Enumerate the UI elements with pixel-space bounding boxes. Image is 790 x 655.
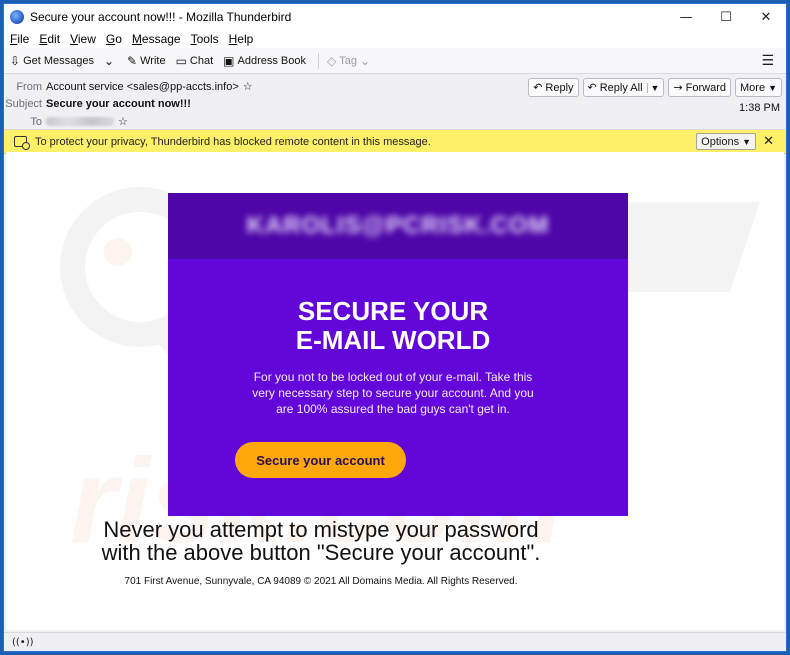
write-label: Write	[140, 54, 166, 67]
message-time: 1:38 PM	[739, 102, 780, 114]
forward-button[interactable]: → Forward	[668, 78, 732, 97]
chevron-down-icon[interactable]: ▼	[646, 82, 659, 93]
message-header: From Account service <sales@pp-accts.inf…	[4, 74, 786, 130]
tag-button[interactable]: ◇ Tag ⌄	[327, 54, 373, 68]
maximize-button[interactable]: ☐	[706, 4, 746, 30]
privacy-icon	[14, 136, 30, 150]
chevron-down-icon: ⌄	[103, 53, 115, 68]
headline-line-1: SECURE YOUR	[297, 296, 489, 326]
tag-icon: ◇	[327, 53, 337, 68]
chevron-down-icon: ▼	[768, 82, 777, 93]
menu-edit[interactable]: Edit	[39, 32, 60, 46]
star-icon[interactable]: ☆	[243, 80, 253, 93]
window-controls: — ☐ ✕	[666, 4, 786, 30]
forward-icon: →	[673, 81, 683, 94]
email-banner: KAROLIS@PCRISK.COM	[168, 193, 628, 259]
title-bar[interactable]: Secure your account now!!! - Mozilla Thu…	[4, 4, 786, 30]
reply-all-button[interactable]: ↶ Reply All ▼	[582, 78, 665, 97]
reply-all-label: Reply All	[599, 81, 643, 94]
to-value-redacted[interactable]	[46, 117, 114, 126]
chat-label: Chat	[189, 54, 214, 67]
wireless-icon[interactable]: ((•))	[12, 637, 34, 648]
more-label: More	[740, 81, 766, 94]
minimize-button[interactable]: —	[666, 4, 706, 30]
to-row: To ☆	[4, 115, 128, 128]
menu-tools[interactable]: Tools	[191, 32, 219, 46]
main-toolbar: ⇩ Get Messages ⌄ ✎ Write ▭ Chat ▣ Addres…	[4, 48, 786, 74]
close-icon[interactable]: ✕	[763, 134, 774, 149]
phishing-email-card: KAROLIS@PCRISK.COM SECURE YOUR E-MAIL WO…	[168, 193, 628, 516]
chat-button[interactable]: ▭ Chat	[176, 54, 214, 68]
options-button[interactable]: Options ▼	[696, 133, 756, 150]
reply-button[interactable]: ↶ Reply	[528, 78, 579, 97]
menu-bar: File Edit View Go Message Tools Help	[4, 30, 786, 48]
to-label: To	[30, 115, 42, 128]
message-body: risk.com KAROLIS@PCRISK.COM SECURE YOUR …	[6, 152, 784, 630]
app-menu-button[interactable]: ☰	[761, 53, 774, 69]
star-icon[interactable]: ☆	[118, 115, 128, 128]
address-book-label: Address Book	[237, 54, 306, 67]
pencil-icon: ✎	[127, 53, 138, 68]
chevron-down-icon: ⌄	[359, 53, 371, 68]
tag-label: Tag	[339, 54, 357, 67]
headline-line-2: E-MAIL WORLD	[295, 325, 491, 355]
message-actions: ↶ Reply ↶ Reply All ▼ → Forward More ▼	[528, 78, 782, 97]
reply-label: Reply	[545, 81, 574, 94]
get-messages-dropdown[interactable]: ⌄	[104, 54, 117, 68]
email-footer: 701 First Avenue, Sunnyvale, CA 94089 © …	[124, 576, 518, 587]
close-button[interactable]: ✕	[746, 4, 786, 30]
chat-bubble-icon: ▭	[175, 53, 187, 68]
remote-content-notice: To protect your privacy, Thunderbird has…	[4, 130, 786, 154]
masked-email-address: KAROLIS@PCRISK.COM	[246, 212, 550, 239]
subject-row: Subject Secure your account now!!!	[4, 98, 191, 110]
email-body-text: For you not to be locked out of your e-m…	[252, 370, 534, 416]
get-messages-button[interactable]: ⇩ Get Messages	[10, 54, 94, 68]
forward-label: Forward	[685, 81, 727, 94]
options-label: Options	[701, 135, 740, 148]
warning-line-1: Never you attempt to mistype your passwo…	[103, 517, 539, 542]
email-headline: SECURE YOUR E-MAIL WORLD	[168, 297, 628, 355]
chevron-down-icon: ▼	[742, 136, 751, 147]
hamburger-icon: ☰	[761, 53, 774, 69]
thunderbird-window: Secure your account now!!! - Mozilla Thu…	[3, 3, 787, 652]
notice-text: To protect your privacy, Thunderbird has…	[35, 135, 431, 148]
menu-help[interactable]: Help	[229, 32, 254, 46]
menu-message[interactable]: Message	[132, 32, 181, 46]
status-bar: ((•))	[4, 632, 786, 651]
toolbar-separator	[318, 52, 319, 69]
subject-value: Secure your account now!!!	[46, 98, 191, 110]
menu-view[interactable]: View	[70, 32, 96, 46]
warning-line-2: with the above button "Secure your accou…	[101, 540, 541, 565]
from-value[interactable]: Account service <sales@pp-accts.info>	[46, 81, 239, 93]
window-title: Secure your account now!!! - Mozilla Thu…	[30, 10, 292, 24]
more-button[interactable]: More ▼	[735, 78, 782, 97]
write-button[interactable]: ✎ Write	[127, 54, 166, 68]
from-row: From Account service <sales@pp-accts.inf…	[4, 80, 253, 93]
menu-go[interactable]: Go	[106, 32, 122, 46]
menu-file[interactable]: File	[10, 32, 29, 46]
thunderbird-logo-icon	[10, 10, 24, 24]
download-icon: ⇩	[10, 53, 21, 68]
from-label: From	[16, 80, 42, 93]
get-messages-label: Get Messages	[23, 54, 94, 67]
subject-label: Subject	[5, 98, 42, 110]
address-book-button[interactable]: ▣ Address Book	[223, 54, 306, 68]
reply-icon: ↶	[533, 81, 543, 94]
reply-all-icon: ↶	[587, 81, 597, 94]
address-book-icon: ▣	[223, 53, 235, 68]
secure-account-button[interactable]: Secure your account	[235, 442, 406, 478]
email-warning-text: Never you attempt to mistype your passwo…	[6, 518, 636, 564]
